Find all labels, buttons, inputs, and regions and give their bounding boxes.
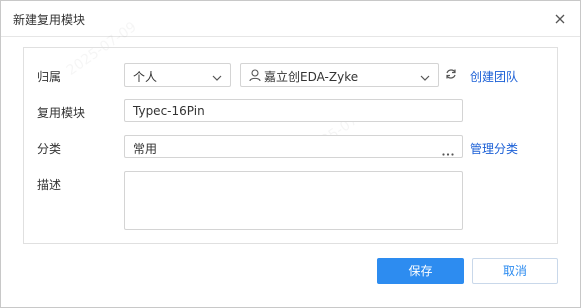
chevron-down-icon [212,71,222,81]
category-input[interactable]: 常用 [124,135,463,158]
module-name-value: Typec-16Pin [133,104,205,118]
description-label: 描述 [37,178,62,192]
dialog-title: 新建复用模块 [13,13,86,27]
cancel-button[interactable]: 取消 [472,258,558,284]
close-icon[interactable] [552,11,568,27]
module-label: 复用模块 [37,106,86,120]
refresh-icon[interactable] [445,68,457,83]
owner-team-value: 嘉立创EDA-Zyke [264,70,359,84]
save-button[interactable]: 保存 [377,258,464,284]
ellipsis-icon[interactable] [442,145,454,159]
chevron-down-icon [420,71,430,81]
owner-team-select[interactable]: 嘉立创EDA-Zyke [240,63,439,87]
dialog-titlebar: 新建复用模块 [1,1,580,37]
new-reuse-module-dialog: 新建复用模块 2025-07-09 2025-07-09 归属 个人 嘉 [0,0,581,308]
owner-label: 归属 [37,70,62,84]
owner-type-value: 个人 [133,70,158,84]
create-team-link[interactable]: 创建团队 [470,68,518,85]
user-icon [249,69,261,85]
form-panel: 归属 个人 嘉立创EDA-Zyke 创建团队 复用模块 Typec-16Pin … [23,47,558,244]
owner-type-select[interactable]: 个人 [124,63,231,87]
category-label: 分类 [37,142,62,156]
category-value: 常用 [133,142,158,156]
description-textarea[interactable] [124,171,463,230]
module-name-input[interactable]: Typec-16Pin [124,99,463,122]
manage-category-link[interactable]: 管理分类 [470,140,518,157]
